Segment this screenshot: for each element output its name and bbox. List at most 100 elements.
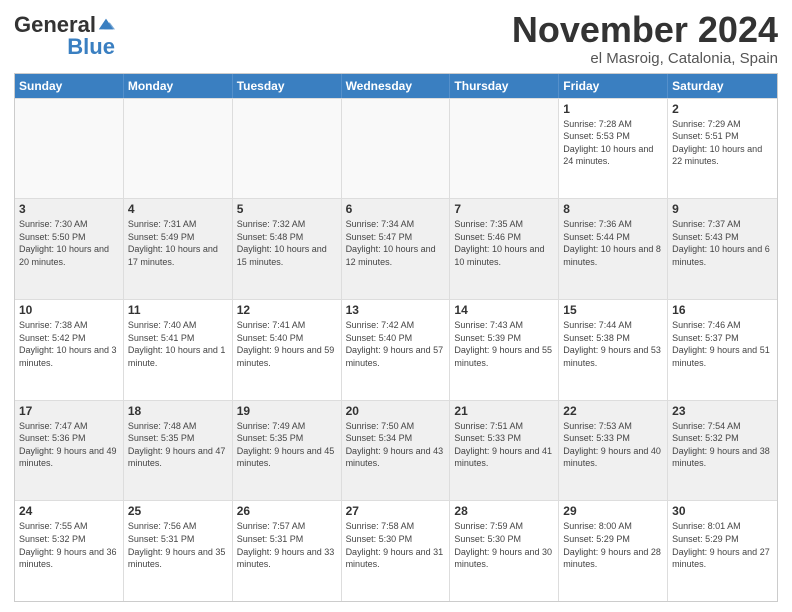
calendar-body: 1Sunrise: 7:28 AM Sunset: 5:53 PM Daylig…: [15, 98, 777, 601]
cell-day-number: 10: [19, 303, 119, 317]
cell-info: Sunrise: 7:58 AM Sunset: 5:30 PM Dayligh…: [346, 520, 446, 570]
cell-info: Sunrise: 7:32 AM Sunset: 5:48 PM Dayligh…: [237, 218, 337, 268]
calendar-cell: 23 Sunrise: 7:54 AM Sunset: 5:32 PM Dayli…: [668, 401, 777, 501]
calendar-header-cell: Saturday: [668, 74, 777, 98]
cell-info: Sunrise: 7:56 AM Sunset: 5:31 PM Dayligh…: [128, 520, 228, 570]
calendar-cell: 13Sunrise: 7:42 AM Sunset: 5:40 PM Dayli…: [342, 300, 451, 400]
cell-day-number: 9: [672, 202, 773, 216]
calendar-cell: 9 Sunrise: 7:37 AM Sunset: 5:43 PM Daylig…: [668, 199, 777, 299]
cell-day-number: 26: [237, 504, 337, 518]
cell-day-number: 14: [454, 303, 554, 317]
cell-info: Sunrise: 7:55 AM Sunset: 5:32 PM Dayligh…: [19, 520, 119, 570]
calendar-cell: 6 Sunrise: 7:34 AM Sunset: 5:47 PM Daylig…: [342, 199, 451, 299]
calendar-cell: 10 Sunrise: 7:38 AM Sunset: 5:42 PM Dayli…: [15, 300, 124, 400]
cell-day-number: 24: [19, 504, 119, 518]
location: el Masroig, Catalonia, Spain: [512, 50, 778, 67]
calendar-cell: 5 Sunrise: 7:32 AM Sunset: 5:48 PM Daylig…: [233, 199, 342, 299]
calendar-cell: [124, 99, 233, 199]
calendar-cell: 14 Sunrise: 7:43 AM Sunset: 5:39 PM Dayli…: [450, 300, 559, 400]
cell-info: Sunrise: 7:44 AM Sunset: 5:38 PM Dayligh…: [563, 319, 663, 369]
cell-info: Sunrise: 7:30 AM Sunset: 5:50 PM Dayligh…: [19, 218, 119, 268]
calendar-cell: 22 Sunrise: 7:53 AM Sunset: 5:33 PM Dayli…: [559, 401, 668, 501]
calendar-header-cell: Sunday: [15, 74, 124, 98]
calendar-cell: 26Sunrise: 7:57 AM Sunset: 5:31 PM Dayli…: [233, 501, 342, 601]
calendar-row: 17 Sunrise: 7:47 AM Sunset: 5:36 PM Dayli…: [15, 400, 777, 501]
calendar-cell: 29 Sunrise: 8:00 AM Sunset: 5:29 PM Dayli…: [559, 501, 668, 601]
cell-info: Sunrise: 7:41 AM Sunset: 5:40 PM Dayligh…: [237, 319, 337, 369]
calendar-cell: 20 Sunrise: 7:50 AM Sunset: 5:34 PM Dayli…: [342, 401, 451, 501]
cell-day-number: 28: [454, 504, 554, 518]
cell-day-number: 25: [128, 504, 228, 518]
cell-info: Sunrise: 7:48 AM Sunset: 5:35 PM Dayligh…: [128, 420, 228, 470]
calendar-cell: 15 Sunrise: 7:44 AM Sunset: 5:38 PM Dayli…: [559, 300, 668, 400]
cell-day-number: 4: [128, 202, 228, 216]
cell-day-number: 30: [672, 504, 773, 518]
cell-info: Sunrise: 7:36 AM Sunset: 5:44 PM Dayligh…: [563, 218, 663, 268]
cell-day-number: 6: [346, 202, 446, 216]
cell-day-number: 11: [128, 303, 228, 317]
cell-day-number: 16: [672, 303, 773, 317]
cell-info: Sunrise: 7:28 AM Sunset: 5:53 PM Dayligh…: [563, 118, 663, 168]
cell-info: Sunrise: 8:00 AM Sunset: 5:29 PM Dayligh…: [563, 520, 663, 570]
calendar-header-cell: Wednesday: [342, 74, 451, 98]
logo: General Blue: [14, 14, 115, 58]
cell-info: Sunrise: 7:54 AM Sunset: 5:32 PM Dayligh…: [672, 420, 773, 470]
cell-info: Sunrise: 7:43 AM Sunset: 5:39 PM Dayligh…: [454, 319, 554, 369]
cell-day-number: 29: [563, 504, 663, 518]
cell-info: Sunrise: 7:35 AM Sunset: 5:46 PM Dayligh…: [454, 218, 554, 268]
calendar-cell: 11Sunrise: 7:40 AM Sunset: 5:41 PM Dayli…: [124, 300, 233, 400]
calendar-cell: 28 Sunrise: 7:59 AM Sunset: 5:30 PM Dayli…: [450, 501, 559, 601]
cell-info: Sunrise: 7:50 AM Sunset: 5:34 PM Dayligh…: [346, 420, 446, 470]
title-block: November 2024 el Masroig, Catalonia, Spa…: [512, 10, 778, 67]
calendar-cell: 21Sunrise: 7:51 AM Sunset: 5:33 PM Dayli…: [450, 401, 559, 501]
cell-info: Sunrise: 7:47 AM Sunset: 5:36 PM Dayligh…: [19, 420, 119, 470]
calendar-header-cell: Thursday: [450, 74, 559, 98]
header: General Blue November 2024 el Masroig, C…: [14, 10, 778, 67]
calendar-cell: 7 Sunrise: 7:35 AM Sunset: 5:46 PM Daylig…: [450, 199, 559, 299]
cell-day-number: 7: [454, 202, 554, 216]
cell-day-number: 2: [672, 102, 773, 116]
cell-info: Sunrise: 7:29 AM Sunset: 5:51 PM Dayligh…: [672, 118, 773, 168]
cell-info: Sunrise: 8:01 AM Sunset: 5:29 PM Dayligh…: [672, 520, 773, 570]
calendar-row: 1Sunrise: 7:28 AM Sunset: 5:53 PM Daylig…: [15, 98, 777, 199]
calendar-header-cell: Monday: [124, 74, 233, 98]
cell-info: Sunrise: 7:31 AM Sunset: 5:49 PM Dayligh…: [128, 218, 228, 268]
calendar-row: 10 Sunrise: 7:38 AM Sunset: 5:42 PM Dayli…: [15, 299, 777, 400]
calendar-cell: [15, 99, 124, 199]
cell-day-number: 18: [128, 404, 228, 418]
cell-day-number: 20: [346, 404, 446, 418]
calendar-header-cell: Tuesday: [233, 74, 342, 98]
cell-info: Sunrise: 7:37 AM Sunset: 5:43 PM Dayligh…: [672, 218, 773, 268]
calendar-cell: 8 Sunrise: 7:36 AM Sunset: 5:44 PM Daylig…: [559, 199, 668, 299]
cell-day-number: 5: [237, 202, 337, 216]
calendar-cell: 27Sunrise: 7:58 AM Sunset: 5:30 PM Dayli…: [342, 501, 451, 601]
cell-day-number: 13: [346, 303, 446, 317]
calendar-cell: 12Sunrise: 7:41 AM Sunset: 5:40 PM Dayli…: [233, 300, 342, 400]
calendar-cell: [233, 99, 342, 199]
cell-day-number: 21: [454, 404, 554, 418]
page: General Blue November 2024 el Masroig, C…: [0, 0, 792, 612]
calendar-cell: 4 Sunrise: 7:31 AM Sunset: 5:49 PM Daylig…: [124, 199, 233, 299]
calendar-cell: 30 Sunrise: 8:01 AM Sunset: 5:29 PM Dayli…: [668, 501, 777, 601]
cell-day-number: 22: [563, 404, 663, 418]
cell-info: Sunrise: 7:38 AM Sunset: 5:42 PM Dayligh…: [19, 319, 119, 369]
calendar-cell: 16Sunrise: 7:46 AM Sunset: 5:37 PM Dayli…: [668, 300, 777, 400]
cell-info: Sunrise: 7:59 AM Sunset: 5:30 PM Dayligh…: [454, 520, 554, 570]
logo-icon: [97, 15, 115, 33]
cell-info: Sunrise: 7:34 AM Sunset: 5:47 PM Dayligh…: [346, 218, 446, 268]
calendar-cell: 19Sunrise: 7:49 AM Sunset: 5:35 PM Dayli…: [233, 401, 342, 501]
calendar-row: 24 Sunrise: 7:55 AM Sunset: 5:32 PM Dayli…: [15, 500, 777, 601]
cell-day-number: 17: [19, 404, 119, 418]
calendar-cell: 2 Sunrise: 7:29 AM Sunset: 5:51 PM Daylig…: [668, 99, 777, 199]
logo-general-text: General: [14, 14, 96, 36]
calendar-row: 3Sunrise: 7:30 AM Sunset: 5:50 PM Daylig…: [15, 198, 777, 299]
cell-day-number: 23: [672, 404, 773, 418]
calendar-header-cell: Friday: [559, 74, 668, 98]
cell-day-number: 15: [563, 303, 663, 317]
logo-blue-text: Blue: [67, 36, 115, 58]
calendar-header-row: SundayMondayTuesdayWednesdayThursdayFrid…: [15, 74, 777, 98]
calendar-cell: 18 Sunrise: 7:48 AM Sunset: 5:35 PM Dayli…: [124, 401, 233, 501]
cell-info: Sunrise: 7:53 AM Sunset: 5:33 PM Dayligh…: [563, 420, 663, 470]
calendar-cell: 1Sunrise: 7:28 AM Sunset: 5:53 PM Daylig…: [559, 99, 668, 199]
cell-day-number: 8: [563, 202, 663, 216]
